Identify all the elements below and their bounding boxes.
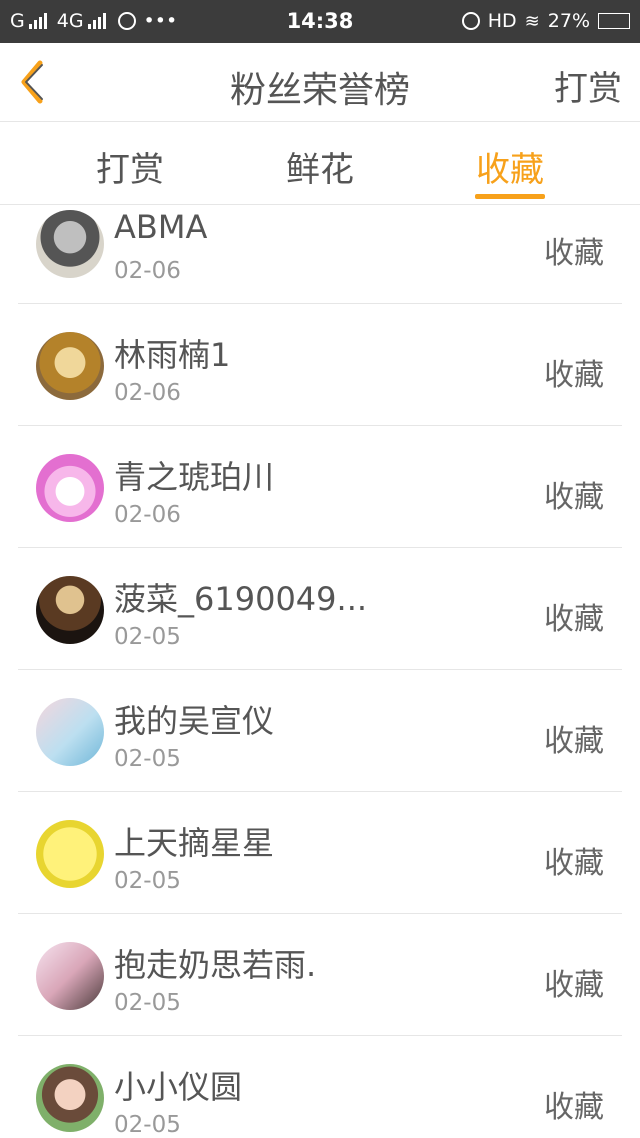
avatar: [36, 210, 104, 278]
list-item[interactable]: 林雨楠1 02-06 收藏: [0, 304, 640, 426]
user-date: 02-05: [114, 868, 181, 894]
user-name: 林雨楠1: [114, 336, 231, 374]
user-name: 青之琥珀川: [114, 458, 275, 496]
user-date: 02-05: [114, 990, 181, 1016]
avatar: [36, 1064, 104, 1132]
user-name: 菠菜_6190049...: [114, 580, 368, 618]
page-title: 粉丝荣誉榜: [229, 70, 410, 111]
tab-favorites[interactable]: 收藏: [440, 142, 580, 191]
action-label: 收藏: [544, 724, 604, 759]
list-item[interactable]: 小小仪圆 02-05 收藏: [0, 1036, 640, 1138]
alarm-icon: [461, 12, 480, 30]
user-name: 抱走奶思若雨.: [114, 946, 317, 984]
active-tab-indicator: [475, 194, 545, 199]
tab-flowers[interactable]: 鲜花: [250, 142, 390, 191]
user-date: 02-06: [114, 258, 181, 284]
action-label: 收藏: [544, 1090, 604, 1125]
avatar: [36, 698, 104, 766]
user-name: ABMA: [114, 208, 208, 246]
tab-bar: 打赏 鲜花 收藏: [0, 122, 640, 205]
user-date: 02-05: [114, 1112, 181, 1138]
user-name: 上天摘星星: [114, 824, 275, 862]
status-bar: G 4G ••• 14:38 HD ≋ 27%: [0, 0, 640, 43]
action-label: 收藏: [544, 602, 604, 637]
battery-label: 27%: [547, 10, 590, 32]
action-label: 收藏: [544, 846, 604, 881]
list-item[interactable]: 菠菜_6190049... 02-05 收藏: [0, 548, 640, 670]
user-date: 02-05: [114, 746, 181, 772]
action-label: 收藏: [544, 968, 604, 1003]
list-item[interactable]: 青之琥珀川 02-06 收藏: [0, 426, 640, 548]
user-date: 02-05: [114, 624, 181, 650]
avatar: [36, 820, 104, 888]
user-name: 小小仪圆: [114, 1068, 243, 1106]
avatar: [36, 454, 104, 522]
user-date: 02-06: [114, 502, 181, 528]
hd-label: HD: [487, 10, 517, 32]
battery-icon: [598, 13, 630, 29]
fan-list: ABMA 02-06 收藏 林雨楠1 02-06 收藏 青之琥珀川 02-06 …: [0, 204, 640, 1138]
wifi-icon: ≋: [524, 10, 540, 32]
list-item[interactable]: 我的吴宣仪 02-05 收藏: [0, 670, 640, 792]
tab-reward[interactable]: 打赏: [60, 142, 200, 191]
user-name: 我的吴宣仪: [114, 702, 275, 740]
user-date: 02-06: [114, 380, 181, 406]
reward-button[interactable]: 打赏: [554, 61, 622, 110]
list-item[interactable]: 上天摘星星 02-05 收藏: [0, 792, 640, 914]
action-label: 收藏: [544, 358, 604, 393]
avatar: [36, 576, 104, 644]
avatar: [36, 942, 104, 1010]
action-label: 收藏: [544, 236, 604, 271]
status-right: HD ≋ 27%: [461, 10, 630, 32]
list-item[interactable]: 抱走奶思若雨. 02-05 收藏: [0, 914, 640, 1036]
avatar: [36, 332, 104, 400]
list-item[interactable]: ABMA 02-06 收藏: [0, 204, 640, 304]
navbar: 粉丝荣誉榜 打赏: [0, 43, 640, 122]
action-label: 收藏: [544, 480, 604, 515]
